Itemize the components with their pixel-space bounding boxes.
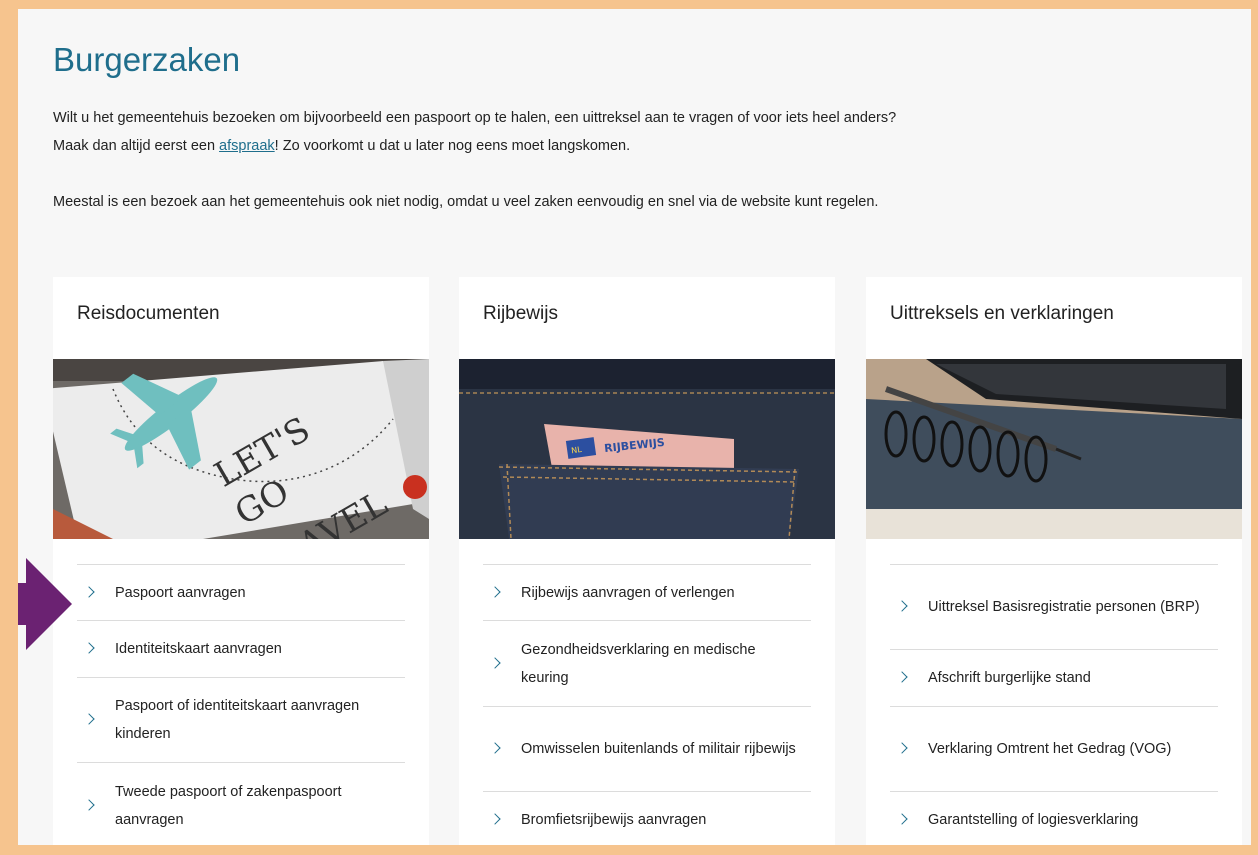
chevron-right-icon: [83, 713, 95, 725]
card-rijbewijs: Rijbewijs NL RIJBEWIJS Rijbewijs aanvrag…: [459, 277, 835, 845]
chevron-right-icon: [83, 642, 95, 654]
link-list: Paspoort aanvragen Identiteitskaart aanv…: [77, 564, 405, 845]
link-rijbewijs-aanvragen[interactable]: Rijbewijs aanvragen of verlengen: [483, 565, 811, 621]
link-vog[interactable]: Verklaring Omtrent het Gedrag (VOG): [890, 707, 1218, 792]
link-label: Uittreksel Basisregistratie personen (BR…: [928, 599, 1200, 615]
link-label: Rijbewijs aanvragen of verlengen: [521, 584, 735, 601]
link-afschrift-burgerlijke-stand[interactable]: Afschrift burgerlijke stand: [890, 650, 1218, 707]
link-label: Tweede paspoort of zakenpaspoort aanvrag…: [115, 783, 342, 828]
link-identiteitskaart-aanvragen[interactable]: Identiteitskaart aanvragen: [77, 621, 405, 678]
link-list: Rijbewijs aanvragen of verlengen Gezondh…: [483, 564, 811, 845]
link-garantstelling[interactable]: Garantstelling of logiesverklaring: [890, 792, 1218, 845]
intro-paragraph-1: Wilt u het gemeentehuis bezoeken om bijv…: [53, 104, 933, 160]
afspraak-link[interactable]: afspraak: [219, 138, 275, 154]
jeans-illustration: NL RIJBEWIJS: [459, 359, 835, 539]
link-label: Garantstelling of logiesverklaring: [928, 812, 1139, 828]
link-label: Paspoort of identiteitskaart aanvragen k…: [115, 698, 360, 742]
page-title: Burgerzaken: [53, 41, 241, 78]
link-gezondheidsverklaring[interactable]: Gezondheidsverklaring en medische keurin…: [483, 621, 811, 707]
link-uittreksel-brp[interactable]: Uittreksel Basisregistratie personen (BR…: [890, 565, 1218, 650]
card-reisdocumenten: Reisdocumenten LET'S GO Paspoort aanvrag…: [53, 277, 429, 845]
notebook-image: [866, 359, 1242, 539]
chevron-right-icon: [83, 585, 95, 598]
arrow-right-icon: [18, 558, 72, 650]
chevron-right-icon: [489, 742, 501, 754]
card-title: Uittreksels en verklaringen: [890, 303, 1114, 324]
travel-illustration: LET'S GO TRAVEL: [53, 359, 429, 539]
travel-image: LET'S GO TRAVEL: [53, 359, 429, 539]
chevron-right-icon: [489, 585, 501, 598]
chevron-right-icon: [896, 600, 908, 612]
link-list: Uittreksel Basisregistratie personen (BR…: [890, 564, 1218, 845]
chevron-right-icon: [896, 813, 908, 825]
link-label: Omwisselen buitenlands of militair rijbe…: [521, 741, 796, 757]
link-omwisselen-rijbewijs[interactable]: Omwisselen buitenlands of militair rijbe…: [483, 707, 811, 792]
card-title: Reisdocumenten: [77, 303, 220, 324]
intro-paragraph-2: Meestal is een bezoek aan het gemeentehu…: [53, 194, 879, 210]
link-label: Gezondheidsverklaring en medische keurin…: [521, 641, 756, 686]
link-paspoort-identiteitskaart-kinderen[interactable]: Paspoort of identiteitskaart aanvragen k…: [77, 678, 405, 763]
link-label: Paspoort aanvragen: [115, 584, 246, 601]
link-label: Afschrift burgerlijke stand: [928, 670, 1091, 686]
notebook-illustration: [866, 359, 1242, 539]
image-text: NL: [571, 445, 583, 455]
intro-text-end: ! Zo voorkomt u dat u later nog eens moe…: [274, 138, 631, 154]
link-bromfietsrijbewijs[interactable]: Bromfietsrijbewijs aanvragen: [483, 792, 811, 845]
chevron-right-icon: [896, 742, 908, 754]
rijbewijs-image: NL RIJBEWIJS: [459, 359, 835, 539]
link-label: Identiteitskaart aanvragen: [115, 641, 282, 657]
chevron-right-icon: [896, 671, 908, 683]
link-paspoort-aanvragen[interactable]: Paspoort aanvragen: [77, 565, 405, 621]
card-uittreksels: Uittreksels en verklaringen Uittreksel B…: [866, 277, 1242, 845]
chevron-right-icon: [489, 813, 501, 825]
chevron-right-icon: [83, 798, 95, 811]
link-label: Bromfietsrijbewijs aanvragen: [521, 812, 707, 828]
card-title: Rijbewijs: [483, 303, 558, 324]
link-tweede-paspoort[interactable]: Tweede paspoort of zakenpaspoort aanvrag…: [77, 763, 405, 845]
link-label: Verklaring Omtrent het Gedrag (VOG): [928, 741, 1172, 757]
page-frame: Burgerzaken Wilt u het gemeentehuis bezo…: [0, 0, 1258, 855]
chevron-right-icon: [489, 656, 501, 669]
